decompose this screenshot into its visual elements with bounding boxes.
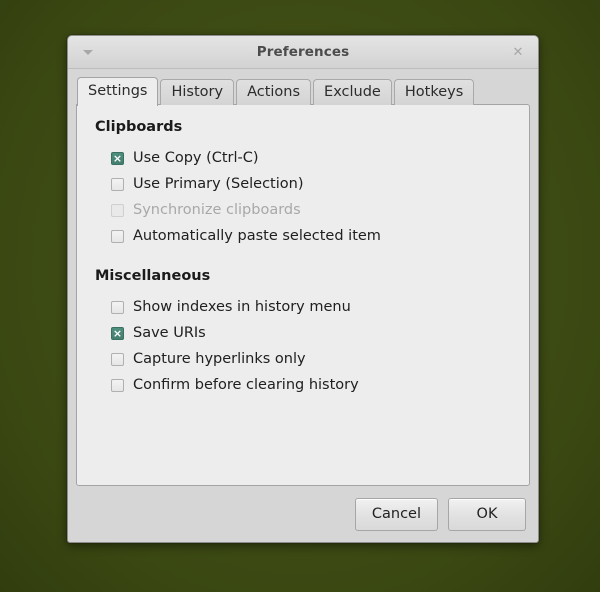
checkbox-label-automatically-paste: Automatically paste selected item	[133, 228, 381, 244]
settings-panel: Clipboards Use Copy (Ctrl-C) Use Primary…	[76, 104, 530, 486]
checkbox-label-use-copy: Use Copy (Ctrl-C)	[133, 150, 259, 166]
tab-settings[interactable]: Settings	[77, 77, 158, 106]
tab-history[interactable]: History	[160, 79, 234, 105]
close-icon: ✕	[513, 46, 524, 59]
checkbox-label-synchronize-clipboards: Synchronize clipboards	[133, 202, 301, 218]
checkbox-label-capture-hyperlinks: Capture hyperlinks only	[133, 351, 306, 367]
notebook: Settings History Actions Exclude Hotkeys…	[76, 75, 530, 486]
tab-hotkeys[interactable]: Hotkeys	[394, 79, 474, 105]
clipboards-option-list: Use Copy (Ctrl-C) Use Primary (Selection…	[95, 145, 511, 249]
close-button[interactable]: ✕	[507, 41, 529, 63]
window-title: Preferences	[68, 36, 538, 68]
checkbox-show-indexes[interactable]	[111, 301, 124, 314]
checkbox-row-save-uris[interactable]: Save URIs	[111, 320, 511, 346]
title-bar[interactable]: Preferences ✕	[68, 36, 538, 69]
checkbox-synchronize-clipboards	[111, 204, 124, 217]
preferences-dialog: Preferences ✕ Settings History Actions E…	[67, 35, 539, 543]
checkbox-label-save-uris: Save URIs	[133, 325, 206, 341]
checkbox-label-show-indexes: Show indexes in history menu	[133, 299, 351, 315]
checkbox-label-use-primary: Use Primary (Selection)	[133, 176, 303, 192]
checkbox-label-confirm-clearing: Confirm before clearing history	[133, 377, 359, 393]
ok-button[interactable]: OK	[448, 498, 526, 531]
tab-exclude[interactable]: Exclude	[313, 79, 392, 105]
checkbox-row-confirm-clearing[interactable]: Confirm before clearing history	[111, 372, 511, 398]
dialog-action-bar: Cancel OK	[68, 486, 538, 542]
checkbox-row-capture-hyperlinks[interactable]: Capture hyperlinks only	[111, 346, 511, 372]
checkbox-use-primary[interactable]	[111, 178, 124, 191]
section-title-miscellaneous: Miscellaneous	[95, 268, 511, 284]
miscellaneous-option-list: Show indexes in history menu Save URIs C…	[95, 294, 511, 398]
checkbox-row-automatically-paste[interactable]: Automatically paste selected item	[111, 223, 511, 249]
checkbox-capture-hyperlinks[interactable]	[111, 353, 124, 366]
tab-strip: Settings History Actions Exclude Hotkeys	[76, 75, 530, 104]
checkbox-automatically-paste[interactable]	[111, 230, 124, 243]
checkbox-row-show-indexes[interactable]: Show indexes in history menu	[111, 294, 511, 320]
cancel-button[interactable]: Cancel	[355, 498, 438, 531]
tab-actions[interactable]: Actions	[236, 79, 311, 105]
checkbox-confirm-clearing[interactable]	[111, 379, 124, 392]
checkbox-use-copy[interactable]	[111, 152, 124, 165]
section-title-clipboards: Clipboards	[95, 119, 511, 135]
checkbox-row-synchronize-clipboards: Synchronize clipboards	[111, 197, 511, 223]
checkbox-row-use-copy[interactable]: Use Copy (Ctrl-C)	[111, 145, 511, 171]
section-clipboards: Clipboards Use Copy (Ctrl-C) Use Primary…	[95, 119, 511, 249]
checkbox-row-use-primary[interactable]: Use Primary (Selection)	[111, 171, 511, 197]
section-miscellaneous: Miscellaneous Show indexes in history me…	[95, 268, 511, 398]
checkbox-save-uris[interactable]	[111, 327, 124, 340]
